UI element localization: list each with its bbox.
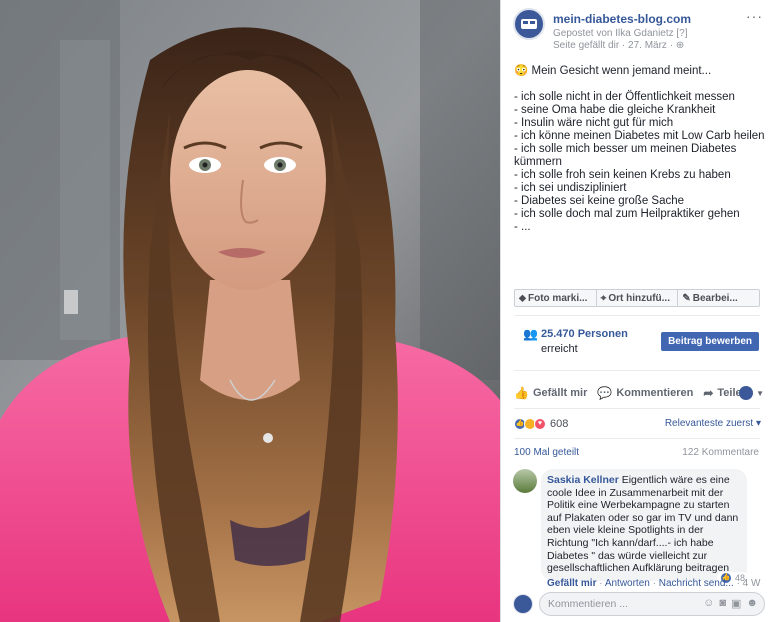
share-arrow-icon: ➦ (703, 386, 714, 400)
headline-text: Mein Gesicht wenn jemand meint... (531, 65, 712, 77)
emoji-icon[interactable]: ☺ (703, 597, 714, 610)
reach-count[interactable]: 25.470 Personen (541, 328, 628, 340)
divider (514, 438, 760, 439)
post-actions: 👍 Gefällt mir 💬 Kommentieren ➦ Teilen ▼ (514, 384, 764, 402)
photo-tools-bar: ⬥ Foto marki... ⌖ Ort hinzufü... ✎ Bearbei.… (514, 289, 760, 307)
comment-like-link[interactable]: Gefällt mir (547, 578, 596, 589)
like-label: Gefällt mir (532, 387, 588, 399)
post-line: - ich könne meinen Diabetes mit Low Carb… (514, 130, 765, 142)
reaction-count: 608 (550, 418, 569, 430)
post-line: - ich solle doch mal zum Heilpraktiker g… (514, 208, 740, 220)
comment-actions: Gefällt mir · Antworten · Nachricht send… (547, 578, 767, 589)
post-line: - seine Oma habe die gleiche Krankheit (514, 104, 716, 116)
post-line: - Diabetes sei keine große Sache (514, 195, 685, 207)
post-line: - Insulin wäre nicht gut für mich (514, 117, 674, 129)
speech-bubble-icon: 💬 (597, 386, 613, 400)
comment-message-link[interactable]: Nachricht send... (659, 578, 734, 589)
flushed-emoji-icon: 😳 (514, 65, 529, 77)
commenter-avatar[interactable] (513, 469, 537, 493)
post-sidebar: mein-diabetes-blog.com Gepostet von Ilka… (500, 0, 770, 622)
edit-button[interactable]: ✎ Bearbei... (678, 290, 759, 306)
composer-avatar (513, 594, 533, 614)
comment-composer: Kommentieren ... ☺ ◙ ▣ ☻ (513, 592, 765, 618)
page-name-link[interactable]: mein-diabetes-blog.com (553, 12, 691, 26)
post-line: - ... (514, 221, 531, 233)
shares-count[interactable]: 100 Mal geteilt (514, 447, 579, 458)
tag-photo-button[interactable]: ⬥ Foto marki... (515, 290, 597, 306)
post-line: - ich solle mich besser um meinen Diabet… (514, 143, 737, 168)
post-line: - ich solle nicht in der Öffentlichkeit … (514, 91, 735, 103)
comment-placeholder: Kommentieren ... (548, 598, 628, 610)
camera-icon[interactable]: ◙ (719, 597, 726, 610)
post-headline: 😳 Mein Gesicht wenn jemand meint... (514, 65, 764, 78)
people-icon: 👥 (523, 327, 538, 341)
like-button[interactable]: 👍 Gefällt mir (514, 386, 587, 400)
edit-label: Bearbei... (692, 292, 738, 304)
comments-count[interactable]: 122 Kommentare (682, 447, 759, 458)
post-line: - ich solle froh sein keinen Krebs zu ha… (514, 169, 731, 181)
tag-photo-label: Foto marki... (528, 292, 588, 304)
boost-post-button[interactable]: Beitrag bewerben (661, 332, 759, 351)
post-body: 😳 Mein Gesicht wenn jemand meint... - ic… (514, 65, 765, 234)
post-as-selector[interactable]: ▼ (739, 386, 764, 400)
gif-icon[interactable]: ▣ (731, 597, 741, 610)
comment-input[interactable]: Kommentieren ... ☺ ◙ ▣ ☻ (539, 592, 765, 616)
comment-text: Eigentlich wäre es eine coole Idee in Zu… (547, 474, 739, 575)
divider (514, 408, 760, 409)
comment-time[interactable]: 4 W (743, 578, 761, 589)
add-location-label: Ort hinzufü... (608, 292, 670, 304)
sticker-icon[interactable]: ☻ (746, 597, 758, 610)
pencil-icon: ✎ (682, 292, 691, 304)
chevron-down-icon: ▼ (756, 388, 764, 398)
post-photo[interactable] (0, 0, 500, 622)
comment-reply-link[interactable]: Antworten (605, 578, 650, 589)
divider (514, 370, 760, 371)
posted-by: Gepostet von Ilka Gdanietz [?] (553, 28, 688, 39)
post-header: mein-diabetes-blog.com Gepostet von Ilka… (513, 8, 763, 54)
comment-button[interactable]: 💬 Kommentieren (597, 386, 693, 400)
page-avatar[interactable] (513, 8, 545, 40)
add-location-button[interactable]: ⌖ Ort hinzufü... (597, 290, 679, 306)
page-mini-avatar (739, 386, 754, 400)
post-meta-text: Seite gefällt dir · 27. März · (553, 40, 674, 51)
comment-sort-dropdown[interactable]: Relevanteste zuerst ▾ (665, 418, 761, 429)
selfie-image (0, 0, 500, 622)
reach-label: erreicht (541, 343, 578, 355)
love-reaction-icon: ♥ (534, 418, 546, 430)
comment-label: Kommentieren (616, 387, 694, 399)
camper-icon (521, 19, 537, 29)
tag-icon: ⬥ (519, 292, 526, 304)
globe-icon: ⊕ (675, 40, 685, 51)
divider (514, 315, 760, 316)
post-line: - ich sei undiszipliniert (514, 182, 627, 194)
composer-icons: ☺ ◙ ▣ ☻ (703, 597, 758, 610)
post-meta: Seite gefällt dir · 27. März · ⊕ (553, 40, 684, 51)
comment-bubble: Saskia Kellner Eigentlich wäre es eine c… (541, 469, 747, 581)
thumbs-up-icon: 👍 (514, 386, 529, 400)
comment-author[interactable]: Saskia Kellner (547, 474, 619, 486)
location-pin-icon: ⌖ (600, 292, 607, 304)
more-options-icon[interactable]: ··· (746, 8, 763, 24)
